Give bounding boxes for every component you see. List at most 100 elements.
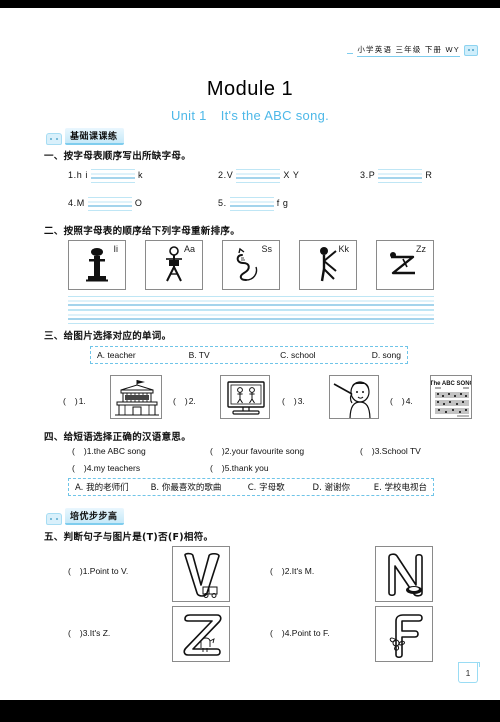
ex5-picture-4[interactable]	[375, 606, 433, 662]
running-head-text: 小学英语 三年级 下册 WY	[357, 44, 460, 57]
ex2-answer-line-2[interactable]	[68, 310, 434, 324]
ex4-option-a[interactable]: A. 我的老师们	[75, 481, 151, 493]
ex1-item-3[interactable]: 3. P R	[360, 168, 432, 183]
abc-song-sheet-icon: The ABC SONG	[431, 376, 471, 418]
ex5-item-2-num: 2.	[284, 566, 292, 576]
ex4-item-4[interactable]: ()4.my teachers	[72, 463, 140, 473]
ex4-item-3-text: School TV	[381, 446, 421, 456]
ex2-box-4-letter: Kk	[338, 244, 349, 254]
ex3-slot-3-num: 3.	[297, 396, 305, 406]
ex5-item-1-num: 1.	[82, 566, 90, 576]
ex2-box-4[interactable]: Kk	[299, 240, 357, 290]
ex5-item-4-text: Point to F.	[291, 628, 330, 638]
section-badge-advanced: 培优步步高	[46, 508, 124, 525]
ex4-option-d[interactable]: D. 谢谢你	[313, 481, 374, 493]
worksheet-page: 小学英语 三年级 下册 WY Module 1 Unit 1 It's the A…	[0, 8, 500, 700]
ex2-box-1[interactable]: Ii	[68, 240, 126, 290]
top-black-band	[0, 0, 500, 8]
ex4-option-c[interactable]: C. 字母歌	[248, 481, 313, 493]
ex3-option-c[interactable]: C. school	[280, 350, 372, 360]
exercise-1-heading: 一、按字母表顺序写出所缺字母。	[44, 151, 192, 162]
ex3-picture-2[interactable]	[220, 375, 270, 419]
ex1-item-4-num: 4.	[68, 198, 77, 208]
ex1-item-3-pre: P	[368, 170, 376, 180]
ex1-item-4-post: O	[134, 198, 143, 208]
ex3-option-d[interactable]: D. song	[372, 350, 401, 360]
ex5-picture-3[interactable]	[172, 606, 230, 662]
ex1-item-1-post: k	[138, 170, 144, 180]
ex5-item-2[interactable]: ()2.It's M.	[270, 566, 314, 576]
header-rule	[347, 53, 354, 54]
face-icon	[464, 45, 478, 56]
ex5-item-3-paren: (	[68, 628, 80, 638]
page-title: Module 1	[206, 78, 294, 100]
ex4-item-5-num: 5.	[224, 463, 232, 473]
ex3-slot-1-close: )	[74, 396, 78, 406]
ex2-box-2-letter: Aa	[183, 244, 195, 254]
ex5-item-1-text: Point to V.	[89, 566, 129, 576]
ex1-item-1[interactable]: 1. h i k	[68, 168, 144, 183]
ex4-item-1-num: 1.	[86, 446, 94, 456]
ex1-item-5-blank[interactable]	[229, 197, 274, 211]
ex4-item-5-paren: (	[210, 463, 222, 473]
ex4-item-5[interactable]: ()5.thank you	[210, 463, 269, 473]
ex4-item-2[interactable]: ()2.your favourite song	[210, 446, 304, 456]
ex3-slot-4-num: 4.	[405, 396, 413, 406]
ex1-item-2[interactable]: 2. V X Y	[218, 168, 300, 183]
ex4-item-3-num: 3.	[374, 446, 382, 456]
ex3-picture-4[interactable]: The ABC SONG	[430, 375, 472, 419]
ex4-item-4-text: my teachers	[93, 463, 141, 473]
ex3-slot-2-num: 2.	[188, 396, 196, 406]
ex5-item-1[interactable]: ()1.Point to V.	[68, 566, 128, 576]
ex1-item-4-pre: M	[76, 198, 85, 208]
ex2-box-5-letter: Zz	[416, 244, 426, 254]
ex2-answer-line-1[interactable]	[68, 296, 434, 310]
ex5-item-4[interactable]: ()4.Point to F.	[270, 628, 330, 638]
ex1-item-5[interactable]: 5. f g	[218, 196, 289, 211]
ex3-slot-4-close: )	[401, 396, 405, 406]
ex4-options-box: A. 我的老师们 B. 你最喜欢的歌曲 C. 字母歌 D. 谢谢你 E. 学校电…	[68, 478, 434, 496]
ex4-option-b[interactable]: B. 你最喜欢的歌曲	[151, 481, 248, 493]
unit-name: It's the ABC song.	[220, 108, 330, 123]
ex5-picture-1[interactable]	[172, 546, 230, 602]
ex1-item-4-blank[interactable]	[87, 197, 132, 211]
ex1-item-5-num: 5.	[218, 198, 227, 208]
ex2-box-5[interactable]: Zz	[376, 240, 434, 290]
ex3-option-a[interactable]: A. teacher	[97, 350, 189, 360]
ex3-picture-3[interactable]	[329, 375, 379, 419]
exercise-2-heading: 二、按照字母表的顺序给下列字母重新排序。	[44, 226, 241, 237]
exercise-4-heading: 四、给短语选择正确的汉语意思。	[44, 432, 192, 443]
ex1-item-1-pre: h i	[76, 170, 89, 180]
ex1-item-3-blank[interactable]	[378, 169, 423, 183]
ex3-picture-1[interactable]	[110, 375, 162, 419]
exercise-5-heading: 五、判断句子与图片是(T)否(F)相符。	[44, 532, 214, 543]
ex3-answer-slot-3[interactable]: () 3.	[282, 396, 305, 406]
ex1-item-2-post: X Y	[283, 170, 300, 180]
face-icon	[46, 513, 62, 525]
ex2-box-2[interactable]: Aa	[145, 240, 203, 290]
ex3-answer-slot-2[interactable]: () 2.	[173, 396, 196, 406]
ex3-option-b[interactable]: B. TV	[189, 350, 281, 360]
ex4-item-4-paren: (	[72, 463, 84, 473]
ex4-item-1-paren: (	[72, 446, 84, 456]
ex1-item-1-blank[interactable]	[91, 169, 136, 183]
ex4-item-2-text: your favourite song	[231, 446, 305, 456]
ex5-picture-2[interactable]	[375, 546, 433, 602]
ex2-box-3[interactable]: Ss	[222, 240, 280, 290]
ex3-answer-slot-4[interactable]: () 4.	[390, 396, 413, 406]
section-badge-label: 培优步步高	[65, 508, 124, 525]
ex1-item-2-blank[interactable]	[236, 169, 281, 183]
section-badge-basic: 基础课课练	[46, 128, 124, 145]
ex1-item-5-post: f g	[276, 198, 289, 208]
ex4-item-1[interactable]: ()1.the ABC song	[72, 446, 146, 456]
unit-title: Unit 1 It's the ABC song.	[0, 108, 500, 123]
ex4-option-e[interactable]: E. 学校电视台	[374, 481, 427, 493]
ex4-item-3[interactable]: ()3.School TV	[360, 446, 421, 456]
ex5-item-2-text: It's M.	[291, 566, 315, 576]
ex4-item-2-num: 2.	[224, 446, 232, 456]
ex5-item-3[interactable]: ()3.It's Z.	[68, 628, 110, 638]
ex3-answer-slot-1[interactable]: () 1.	[63, 396, 86, 406]
ex5-item-2-paren: (	[270, 566, 282, 576]
ex1-item-4[interactable]: 4. M O	[68, 196, 143, 211]
ex3-options-box: A. teacher B. TV C. school D. song	[90, 346, 408, 364]
